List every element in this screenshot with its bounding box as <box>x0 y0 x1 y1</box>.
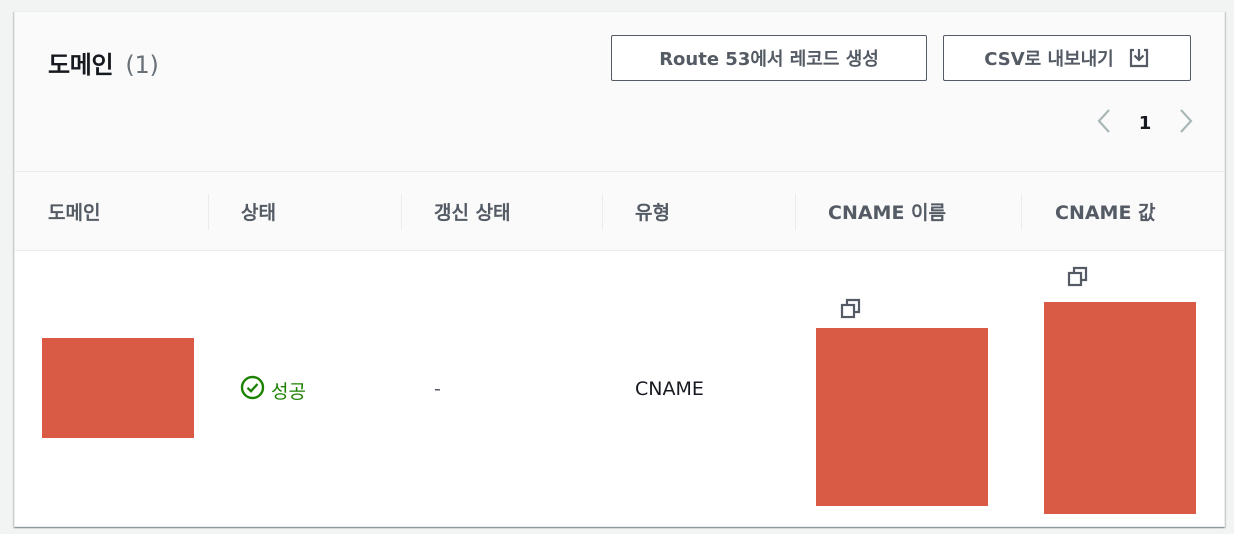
table-header: 도메인 상태 갱신 상태 유형 CNAME 이름 CNAME 값 <box>15 172 1224 251</box>
domain-count: (1) <box>125 51 159 79</box>
column-header-renewal-status[interactable]: 갱신 상태 <box>434 172 511 250</box>
column-header-cname-value[interactable]: CNAME 값 <box>1055 172 1156 250</box>
create-records-in-route53-button[interactable]: Route 53에서 레코드 생성 <box>611 35 927 81</box>
panel-title: 도메인 (1) <box>48 45 159 80</box>
panel-title-text: 도메인 <box>48 51 114 79</box>
export-csv-button[interactable]: CSV로 내보내기 <box>943 35 1191 81</box>
pagination: 1 <box>1090 108 1200 138</box>
create-records-in-route53-label: Route 53에서 레코드 생성 <box>659 49 879 70</box>
column-header-status[interactable]: 상태 <box>241 172 276 250</box>
copy-cname-name-icon[interactable] <box>840 298 862 324</box>
column-header-cname-name[interactable]: CNAME 이름 <box>828 172 946 250</box>
column-divider <box>602 194 603 230</box>
current-page-number[interactable]: 1 <box>1118 113 1172 134</box>
check-circle-icon <box>240 375 271 405</box>
chevron-right-icon <box>1179 108 1193 138</box>
table-body: 성공 - CNAME <box>15 251 1224 526</box>
export-csv-label: CSV로 내보내기 <box>984 49 1114 70</box>
chevron-left-icon <box>1097 108 1111 138</box>
panel-header: 도메인 (1) Route 53에서 레코드 생성 CSV로 내보내기 1 <box>15 12 1224 172</box>
download-icon <box>1128 47 1150 69</box>
status-text: 성공 <box>271 380 306 403</box>
column-header-type[interactable]: 유형 <box>635 172 670 250</box>
next-page-button[interactable] <box>1172 108 1200 138</box>
column-divider <box>208 194 209 230</box>
domains-panel: 도메인 (1) Route 53에서 레코드 생성 CSV로 내보내기 1 도메… <box>14 11 1225 527</box>
redacted-cname-value <box>1044 302 1196 514</box>
status-cell: 성공 <box>240 375 306 405</box>
type-cell: CNAME <box>635 378 704 400</box>
column-divider <box>1021 194 1022 230</box>
column-divider <box>401 194 402 230</box>
previous-page-button[interactable] <box>1090 108 1118 138</box>
column-divider <box>795 194 796 230</box>
column-header-domain[interactable]: 도메인 <box>48 172 100 250</box>
redacted-cname-name <box>816 328 988 506</box>
copy-cname-value-icon[interactable] <box>1067 266 1089 292</box>
renewal-status-cell: - <box>434 378 441 400</box>
redacted-domain-name <box>42 338 194 438</box>
